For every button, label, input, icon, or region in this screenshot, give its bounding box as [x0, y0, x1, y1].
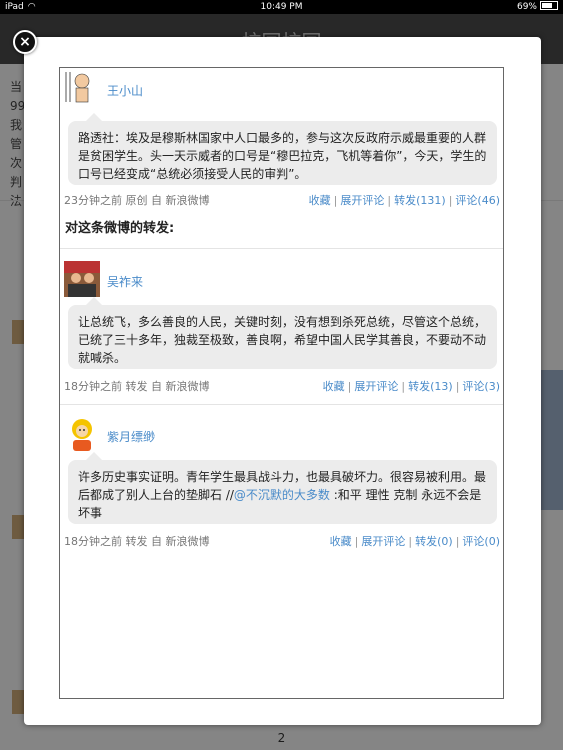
repost-actions: 收藏 | 展开评论 | 转发(13) | 评论(3): [322, 380, 500, 393]
repost-username[interactable]: 吴祚来: [107, 273, 143, 290]
expand-comments-link[interactable]: 展开评论: [354, 380, 398, 393]
repost-link[interactable]: 转发(131): [394, 194, 446, 207]
close-icon: ×: [19, 34, 31, 50]
original-post: 王小山 路透社：埃及是穆斯林国家中人口最多的，参与这次反政府示威最重要的人群是贫…: [64, 70, 500, 208]
weibo-content-panel[interactable]: 王小山 路透社：埃及是穆斯林国家中人口最多的，参与这次反政府示威最重要的人群是贫…: [59, 67, 504, 699]
avatar: [64, 416, 100, 452]
repost-item: 吴祚来 让总统飞，多么善良的人民，关键时刻，没有想到杀死总统，尽管这个总统，已统…: [64, 261, 500, 401]
repost-type: 转发: [125, 380, 148, 393]
post-type: 原创: [125, 194, 148, 207]
avatar: [64, 261, 100, 297]
avatar: [64, 70, 100, 106]
repost-actions: 收藏 | 展开评论 | 转发(0) | 评论(0): [329, 535, 500, 548]
divider: [60, 404, 503, 405]
post-actions: 收藏 | 展开评论 | 转发(131) | 评论(46): [308, 194, 500, 207]
post-time: 23分钟之前: [64, 194, 122, 207]
status-bar: iPad ◠ 10:49 PM 69%: [0, 0, 563, 14]
repost-source: 自 新浪微博: [151, 535, 210, 548]
repost-time: 18分钟之前: [64, 380, 122, 393]
favorite-link[interactable]: 收藏: [323, 380, 345, 393]
expand-comments-link[interactable]: 展开评论: [361, 535, 405, 548]
expand-comments-link[interactable]: 展开评论: [340, 194, 384, 207]
post-meta: 23分钟之前 原创 自 新浪微博 收藏 | 展开评论 | 转发(131) | 评论(46): [64, 192, 500, 208]
repost-meta: 18分钟之前 转发 自 新浪微博 收藏 | 展开评论 | 转发(13) | 评论(3): [64, 378, 500, 394]
repost-link[interactable]: 转发(0): [415, 535, 453, 548]
battery-status: 69%: [517, 0, 558, 14]
comment-link[interactable]: 评论(46): [455, 194, 500, 207]
post-text: 路透社：埃及是穆斯林国家中人口最多的，参与这次反政府示威最重要的人群是贫困学生。…: [68, 113, 497, 185]
repost-meta: 18分钟之前 转发 自 新浪微博 收藏 | 展开评论 | 转发(0) | 评论(0): [64, 533, 500, 549]
repost-source: 自 新浪微博: [151, 380, 210, 393]
close-button[interactable]: ×: [13, 30, 37, 54]
divider: [60, 248, 503, 249]
repost-text: 许多历史事实证明。青年学生最具战斗力，也最具破坏力。很容易被利用。最后都成了别人…: [68, 452, 497, 524]
repost-username[interactable]: 紫月缥缈: [107, 428, 155, 445]
repost-link[interactable]: 转发(13): [408, 380, 453, 393]
comment-link[interactable]: 评论(3): [462, 380, 500, 393]
post-username[interactable]: 王小山: [107, 82, 143, 99]
favorite-link[interactable]: 收藏: [330, 535, 352, 548]
reposts-section-title: 对这条微博的转发:: [65, 221, 175, 236]
repost-time: 18分钟之前: [64, 535, 122, 548]
favorite-link[interactable]: 收藏: [309, 194, 331, 207]
post-source: 自 新浪微博: [151, 194, 210, 207]
battery-icon: [540, 1, 558, 10]
status-time: 10:49 PM: [260, 2, 303, 12]
weibo-detail-modal: 王小山 路透社：埃及是穆斯林国家中人口最多的，参与这次反政府示威最重要的人群是贫…: [24, 37, 541, 725]
mention-link[interactable]: @不沉默的大多数: [234, 488, 330, 502]
repost-item: 紫月缥缈 许多历史事实证明。青年学生最具战斗力，也最具破坏力。很容易被利用。最后…: [64, 416, 500, 556]
repost-type: 转发: [125, 535, 148, 548]
comment-link[interactable]: 评论(0): [462, 535, 500, 548]
repost-text: 让总统飞，多么善良的人民，关键时刻，没有想到杀死总统，尽管这个总统，已统了三十多…: [68, 297, 497, 369]
